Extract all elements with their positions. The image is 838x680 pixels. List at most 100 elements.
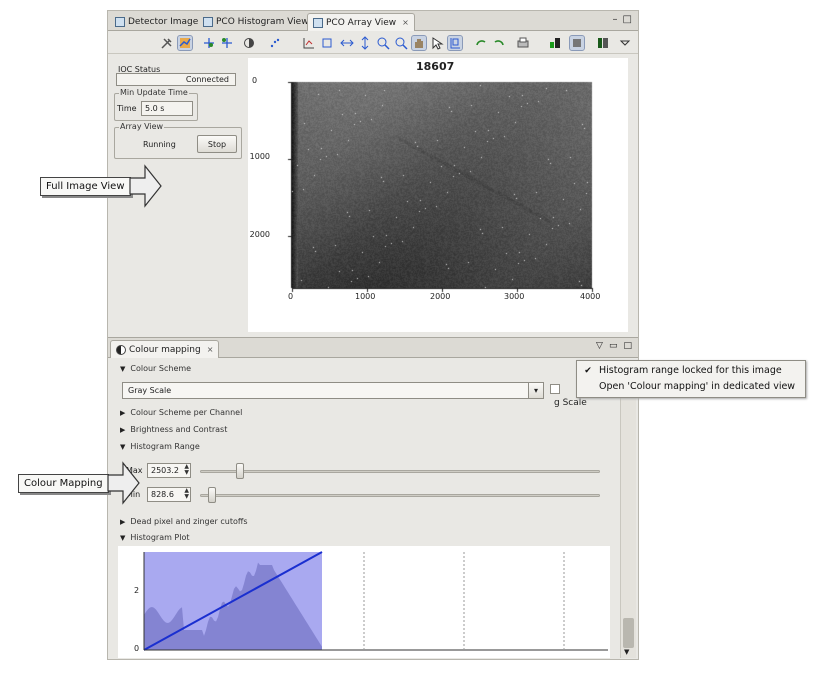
tab-detector-image[interactable]: Detector Image <box>110 13 203 31</box>
window-controls: – □ <box>613 14 632 25</box>
x-tick-2000: 2000 <box>430 292 451 301</box>
array-view-state: Running <box>143 140 176 149</box>
histogram-toggle-icon[interactable] <box>569 35 585 51</box>
log-scale-label: g Scale <box>554 398 587 408</box>
histogram-plot[interactable]: 2 0 <box>118 546 610 658</box>
expand-down-icon: ▼ <box>120 533 126 542</box>
crosshair-alt-icon[interactable] <box>220 36 234 50</box>
axis-reset-icon[interactable] <box>302 36 316 50</box>
scroll-down-icon[interactable]: ▼ <box>624 648 629 656</box>
section-scheme-per-channel-label: Colour Scheme per Channel <box>130 408 243 417</box>
menu-item-histogram-locked-label: Histogram range locked for this image <box>599 365 782 376</box>
spinner-arrows-icon[interactable]: ▲ ▼ <box>184 464 189 476</box>
max-slider-track[interactable] <box>200 470 600 473</box>
section-histogram-range[interactable]: ▼ Histogram Range <box>120 442 200 451</box>
vertical-scrollbar[interactable]: ▼ <box>620 360 636 658</box>
pan-horizontal-icon[interactable] <box>340 36 354 50</box>
time-label: Time <box>117 104 137 113</box>
region-select-icon[interactable] <box>447 35 463 51</box>
time-input[interactable]: 5.0 s <box>141 101 193 116</box>
crosshair-icon[interactable] <box>202 36 216 50</box>
ioc-status-field: Connected <box>116 73 236 86</box>
section-brightness[interactable]: ▶ Brightness and Contrast <box>120 425 227 434</box>
callout-colour-mapping-label: Colour Mapping <box>18 473 109 493</box>
max-spinner[interactable]: 2503.2 ▲ ▼ <box>147 463 191 478</box>
zoom-in-icon[interactable] <box>376 36 390 50</box>
chevron-down-icon[interactable]: ▾ <box>528 383 543 398</box>
tab-pco-histogram-view[interactable]: PCO Histogram View <box>198 13 314 31</box>
scrollbar-thumb[interactable] <box>623 618 634 648</box>
section-histogram-plot[interactable]: ▼ Histogram Plot <box>120 533 190 542</box>
ioc-status-group: IOC Status Connected <box>114 65 242 86</box>
rotate-right-icon[interactable] <box>492 36 506 50</box>
histogram-view-icon <box>203 17 213 27</box>
section-colour-scheme[interactable]: ▼ Colour Scheme <box>120 364 191 373</box>
menu-item-open-dedicated[interactable]: Open 'Colour mapping' in dedicated view <box>583 381 795 392</box>
aspect-ratio-icon[interactable] <box>242 36 256 50</box>
tab-pco-array-view[interactable]: PCO Array View × <box>307 13 415 31</box>
section-brightness-label: Brightness and Contrast <box>130 425 228 434</box>
max-value: 2503.2 <box>151 466 179 475</box>
expand-right-icon: ▶ <box>120 408 126 417</box>
callout-full-image-view: Full Image View <box>40 164 163 208</box>
colour-mapping-tab-icon <box>116 344 126 355</box>
detector-image[interactable] <box>248 58 628 332</box>
min-slider-track[interactable] <box>200 494 600 497</box>
colour-scheme-value: Gray Scale <box>128 386 172 395</box>
minimize-icon[interactable]: – <box>613 14 618 25</box>
max-slider-thumb[interactable] <box>236 463 244 479</box>
color-plot-icon[interactable] <box>177 35 193 51</box>
view-tab-bar: Detector Image PCO Histogram View PCO Ar… <box>108 11 638 31</box>
x-tick-0: 0 <box>288 292 294 301</box>
zoom-out-icon[interactable] <box>394 36 408 50</box>
full-image-plot[interactable]: 18607 0 1000 2000 0 1000 2000 3000 4000 <box>248 58 628 332</box>
arrow-right-icon <box>128 164 162 208</box>
min-spinner[interactable]: 828.6 ▲ ▼ <box>147 487 191 502</box>
expand-right-icon: ▶ <box>120 425 126 434</box>
x-tick-3000: 3000 <box>504 292 525 301</box>
stop-button[interactable]: Stop <box>197 135 237 153</box>
spinner-arrows-icon[interactable]: ▲ ▼ <box>184 488 189 500</box>
y-tick-0: 0 <box>252 76 258 85</box>
min-slider-thumb[interactable] <box>208 487 216 503</box>
view-menu-icon[interactable] <box>618 36 632 50</box>
array-view-icon <box>313 17 323 28</box>
detector-image-icon <box>115 17 125 27</box>
pan-hand-icon[interactable] <box>411 35 427 51</box>
plot-toolbar <box>108 32 638 54</box>
menu-item-histogram-locked[interactable]: ✔ Histogram range locked for this image <box>583 365 782 376</box>
expand-down-icon: ▼ <box>120 442 126 451</box>
close-colour-tab-icon[interactable]: × <box>207 345 214 354</box>
colour-panel-controls: ▽ ▭ □ <box>596 341 632 351</box>
application-window: Detector Image PCO Histogram View PCO Ar… <box>107 10 639 660</box>
tab-colour-mapping[interactable]: Colour mapping × <box>110 340 220 358</box>
x-tick-4000: 4000 <box>580 292 601 301</box>
section-dead-pixel[interactable]: ▶ Dead pixel and zinger cutoffs <box>120 517 248 526</box>
close-tab-icon[interactable]: × <box>402 18 409 27</box>
pointer-icon[interactable] <box>430 36 444 50</box>
colour-mapping-tab-bar: Colour mapping × ▽ ▭ □ <box>108 338 638 358</box>
histogram-chart[interactable] <box>118 546 610 658</box>
histogram-y-tick: 2 <box>134 586 140 595</box>
log-scale-checkbox[interactable] <box>550 384 560 394</box>
tools-icon[interactable] <box>160 36 174 50</box>
layout-icon[interactable] <box>596 36 610 50</box>
panel-minimize-icon[interactable]: ▭ <box>609 341 618 351</box>
maximize-icon[interactable]: □ <box>623 14 632 25</box>
colour-scheme-select[interactable]: Gray Scale ▾ <box>122 382 544 399</box>
panel-maximize-icon[interactable]: □ <box>623 341 632 351</box>
colour-mapping-icon[interactable] <box>548 36 562 50</box>
section-scheme-per-channel[interactable]: ▶ Colour Scheme per Channel <box>120 408 242 417</box>
section-colour-scheme-label: Colour Scheme <box>130 364 192 373</box>
rotate-left-icon[interactable] <box>474 36 488 50</box>
pan-vertical-icon[interactable] <box>358 36 372 50</box>
min-update-label: Min Update Time <box>119 88 189 97</box>
tab-colour-mapping-label: Colour mapping <box>129 344 201 355</box>
view-menu-popup: ✔ Histogram range locked for this image … <box>576 360 806 398</box>
print-icon[interactable] <box>516 36 530 50</box>
point-marker-icon[interactable] <box>268 36 282 50</box>
callout-colour-mapping: Colour Mapping <box>18 461 141 505</box>
view-menu-dropdown-icon[interactable]: ▽ <box>596 341 603 351</box>
min-value: 828.6 <box>151 490 174 499</box>
zoom-box-icon[interactable] <box>320 36 334 50</box>
